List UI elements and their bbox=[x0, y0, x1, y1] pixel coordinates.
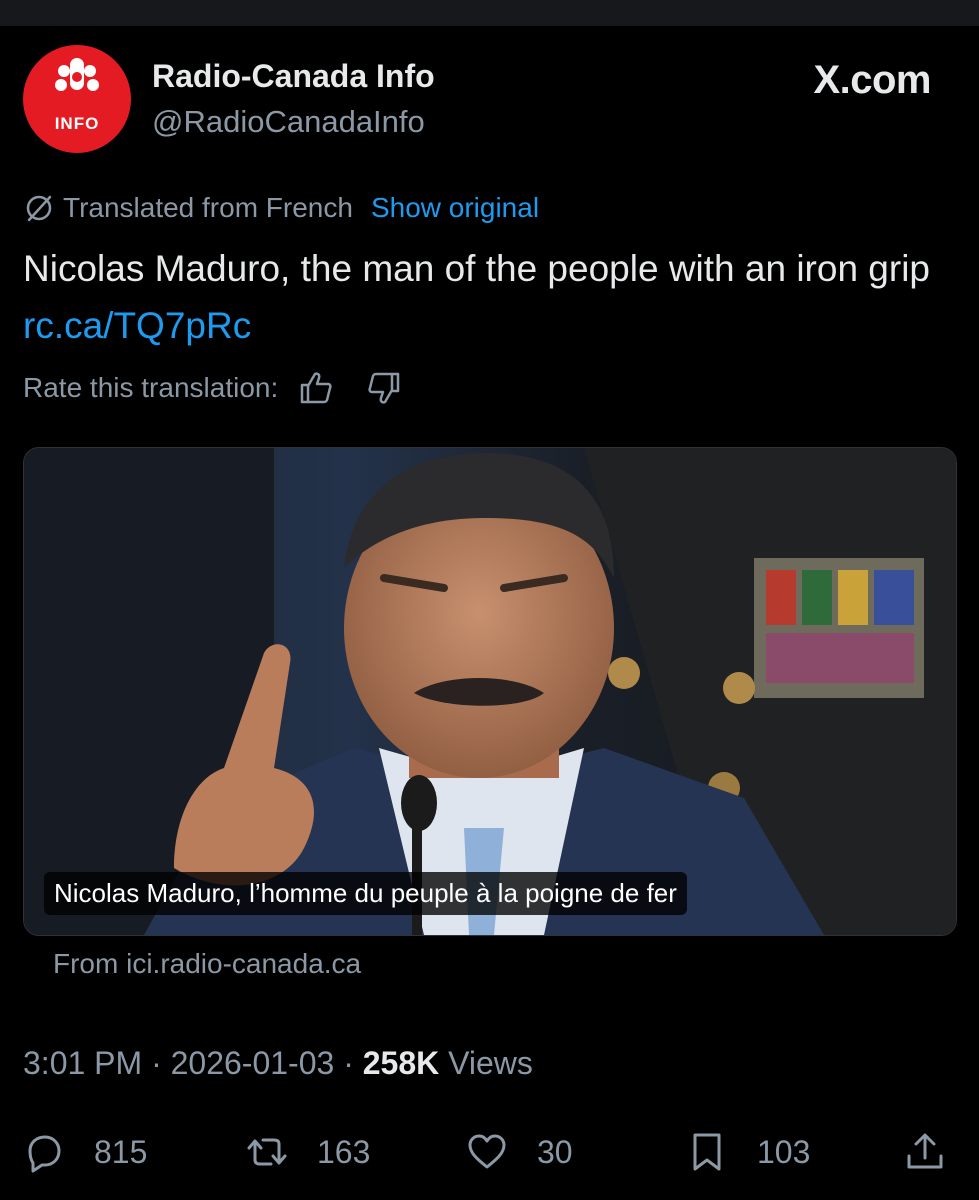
bookmark-button[interactable]: 103 bbox=[685, 1124, 810, 1180]
top-status-bar bbox=[0, 0, 979, 26]
show-original-link[interactable]: Show original bbox=[371, 192, 539, 224]
bookmark-count: 103 bbox=[757, 1133, 811, 1170]
action-bar: 815 163 30 103 bbox=[0, 1124, 979, 1180]
like-count: 30 bbox=[537, 1133, 573, 1170]
link-preview-card[interactable]: Nicolas Maduro, l’homme du peuple à la p… bbox=[23, 447, 957, 936]
repost-button[interactable]: 163 bbox=[245, 1124, 370, 1180]
rate-translation-row: Rate this translation: bbox=[23, 366, 404, 410]
share-button[interactable] bbox=[903, 1124, 947, 1180]
meta-separator: · bbox=[142, 1045, 171, 1081]
tweet-time[interactable]: 3:01 PM bbox=[23, 1045, 142, 1081]
x-com-brand: X.com bbox=[813, 58, 931, 102]
article-photo bbox=[24, 448, 956, 935]
like-button[interactable]: 30 bbox=[465, 1124, 573, 1180]
tweet-body: Nicolas Maduro, the man of the people wi… bbox=[23, 248, 931, 289]
thumbs-down-icon[interactable] bbox=[364, 368, 404, 408]
translation-notice: Translated from French Show original bbox=[23, 188, 539, 228]
reply-icon bbox=[28, 1135, 61, 1173]
reply-button[interactable]: 815 bbox=[22, 1124, 147, 1180]
user-handle[interactable]: @RadioCanadaInfo bbox=[152, 104, 425, 140]
tweet-text: Nicolas Maduro, the man of the people wi… bbox=[23, 240, 953, 354]
translate-icon bbox=[26, 195, 52, 222]
rate-translation-label: Rate this translation: bbox=[23, 372, 279, 403]
tweet-date[interactable]: 2026-01-03 bbox=[171, 1045, 335, 1081]
repost-count: 163 bbox=[317, 1133, 371, 1170]
meta-separator: · bbox=[334, 1045, 363, 1081]
avatar-label: INFO bbox=[54, 114, 100, 133]
views-count: 258K bbox=[362, 1045, 440, 1081]
card-source-domain[interactable]: From ici.radio-canada.ca bbox=[53, 948, 361, 980]
translated-from-label: Translated from French bbox=[63, 192, 353, 223]
cbc-gem-icon bbox=[55, 58, 99, 91]
thumbs-up-icon[interactable] bbox=[296, 368, 336, 408]
like-icon bbox=[468, 1134, 506, 1169]
bookmark-icon bbox=[693, 1133, 721, 1171]
reply-count: 815 bbox=[94, 1133, 148, 1170]
tweet-meta: 3:01 PM · 2026-01-03 · 258K Views bbox=[23, 1045, 533, 1082]
card-caption: Nicolas Maduro, l’homme du peuple à la p… bbox=[44, 872, 687, 915]
repost-icon bbox=[247, 1138, 287, 1166]
profile-avatar[interactable]: INFO bbox=[23, 45, 131, 153]
share-icon bbox=[907, 1133, 943, 1169]
views-label: Views bbox=[439, 1045, 533, 1081]
display-name[interactable]: Radio-Canada Info bbox=[152, 58, 435, 95]
tweet-link[interactable]: rc.ca/TQ7pRc bbox=[23, 305, 251, 346]
